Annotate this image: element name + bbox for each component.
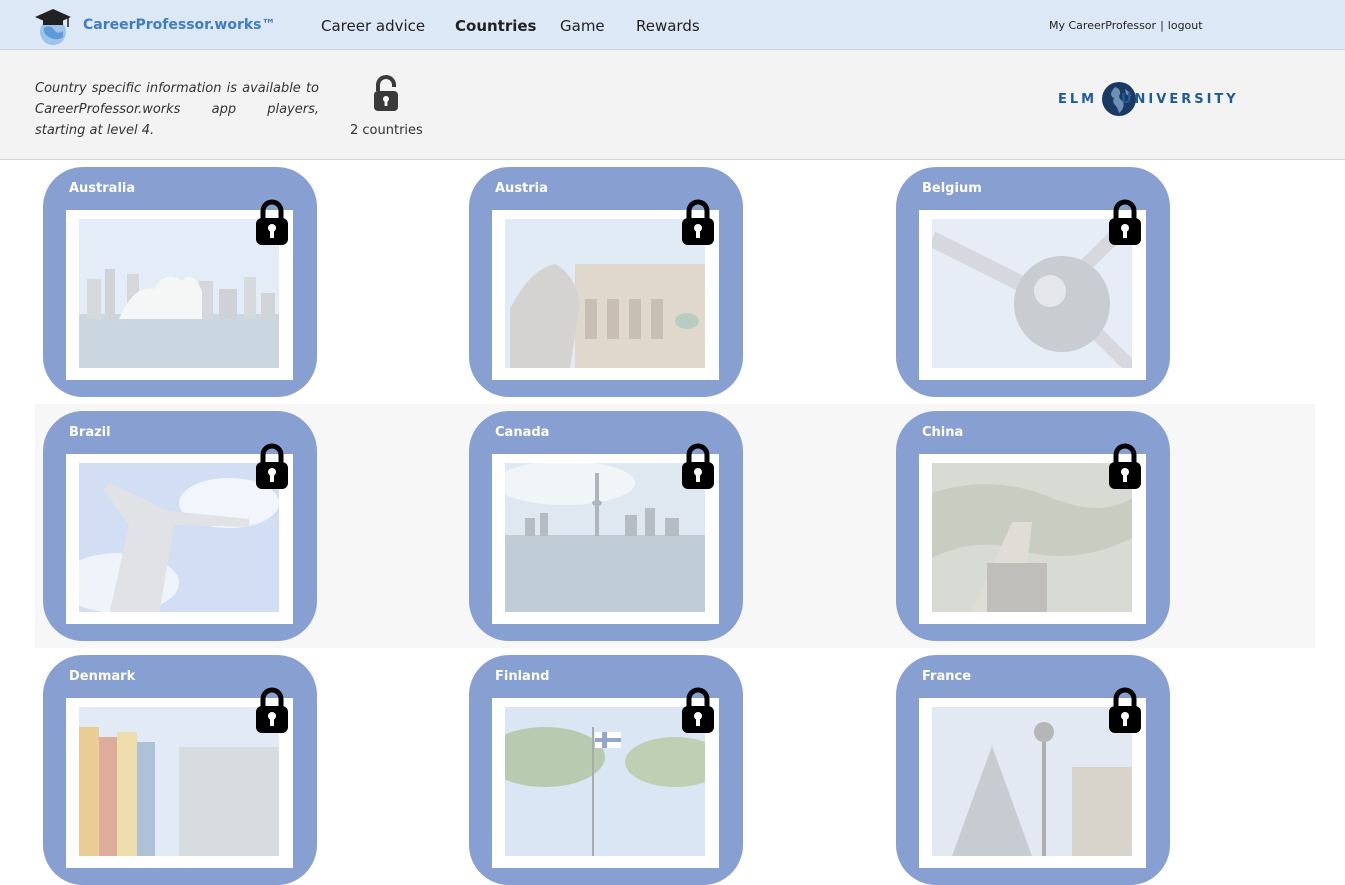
brand-name[interactable]: CareerProfessor.works™ (83, 17, 276, 33)
my-careerprofessor-link[interactable]: My CareerProfessor (1049, 19, 1156, 32)
country-name: Denmark (69, 669, 136, 684)
nav-rewards[interactable]: Rewards (636, 17, 700, 35)
country-card-austria[interactable]: Austria (469, 167, 743, 397)
link-separator: | (1160, 19, 1164, 32)
unlocked-count: 2 countries (350, 123, 423, 138)
padlock-icon (255, 443, 289, 491)
country-card-brazil[interactable]: Brazil (43, 411, 317, 641)
country-name: Belgium (922, 181, 982, 196)
country-name: China (922, 425, 964, 440)
top-nav-bar: CareerProfessor.works™ Career advice Cou… (0, 0, 1345, 50)
atomium-photo (932, 219, 1132, 368)
info-band: Country specific information is availabl… (0, 50, 1345, 160)
padlock-icon (681, 687, 715, 735)
padlock-icon (681, 199, 715, 247)
padlock-icon (1108, 443, 1142, 491)
great-wall-photo (932, 463, 1132, 612)
country-card-france[interactable]: France (896, 655, 1170, 885)
nav-countries[interactable]: Countries (455, 17, 536, 35)
country-name: Australia (69, 181, 136, 196)
country-name: Brazil (69, 425, 111, 440)
country-name: Austria (495, 181, 548, 196)
padlock-icon (1108, 687, 1142, 735)
country-card-china[interactable]: China (896, 411, 1170, 641)
country-name: Finland (495, 669, 550, 684)
country-card-canada[interactable]: Canada (469, 411, 743, 641)
finland-flag-photo (505, 707, 705, 856)
country-card-australia[interactable]: Australia (43, 167, 317, 397)
country-card-finland[interactable]: Finland (469, 655, 743, 885)
graduation-cap-globe-icon[interactable] (34, 6, 74, 46)
nav-career-advice[interactable]: Career advice (321, 17, 425, 35)
country-card-denmark[interactable]: Denmark (43, 655, 317, 885)
user-links: My CareerProfessor | logout (1049, 19, 1203, 32)
logout-link[interactable]: logout (1168, 19, 1203, 32)
country-name: Canada (495, 425, 550, 440)
elm-university-logo[interactable]: ELM UNIVERSITY (1058, 81, 1250, 119)
country-name: France (922, 669, 972, 684)
partner-name-left: ELM (1058, 92, 1098, 107)
padlock-icon (1108, 199, 1142, 247)
toronto-skyline-photo (505, 463, 705, 612)
padlock-icon (681, 443, 715, 491)
copenhagen-nyhavn-photo (79, 707, 279, 856)
unlocked-padlock-icon (372, 75, 400, 113)
partner-name-right: UNIVERSITY (1121, 92, 1239, 107)
sydney-skyline-photo (79, 219, 279, 368)
nav-game[interactable]: Game (560, 17, 605, 35)
padlock-icon (255, 199, 289, 247)
availability-notice: Country specific information is availabl… (35, 81, 319, 138)
country-card-belgium[interactable]: Belgium (896, 167, 1170, 397)
louvre-photo (932, 707, 1132, 856)
christ-redeemer-photo (79, 463, 279, 612)
vienna-palace-photo (505, 219, 705, 368)
padlock-icon (255, 687, 289, 735)
